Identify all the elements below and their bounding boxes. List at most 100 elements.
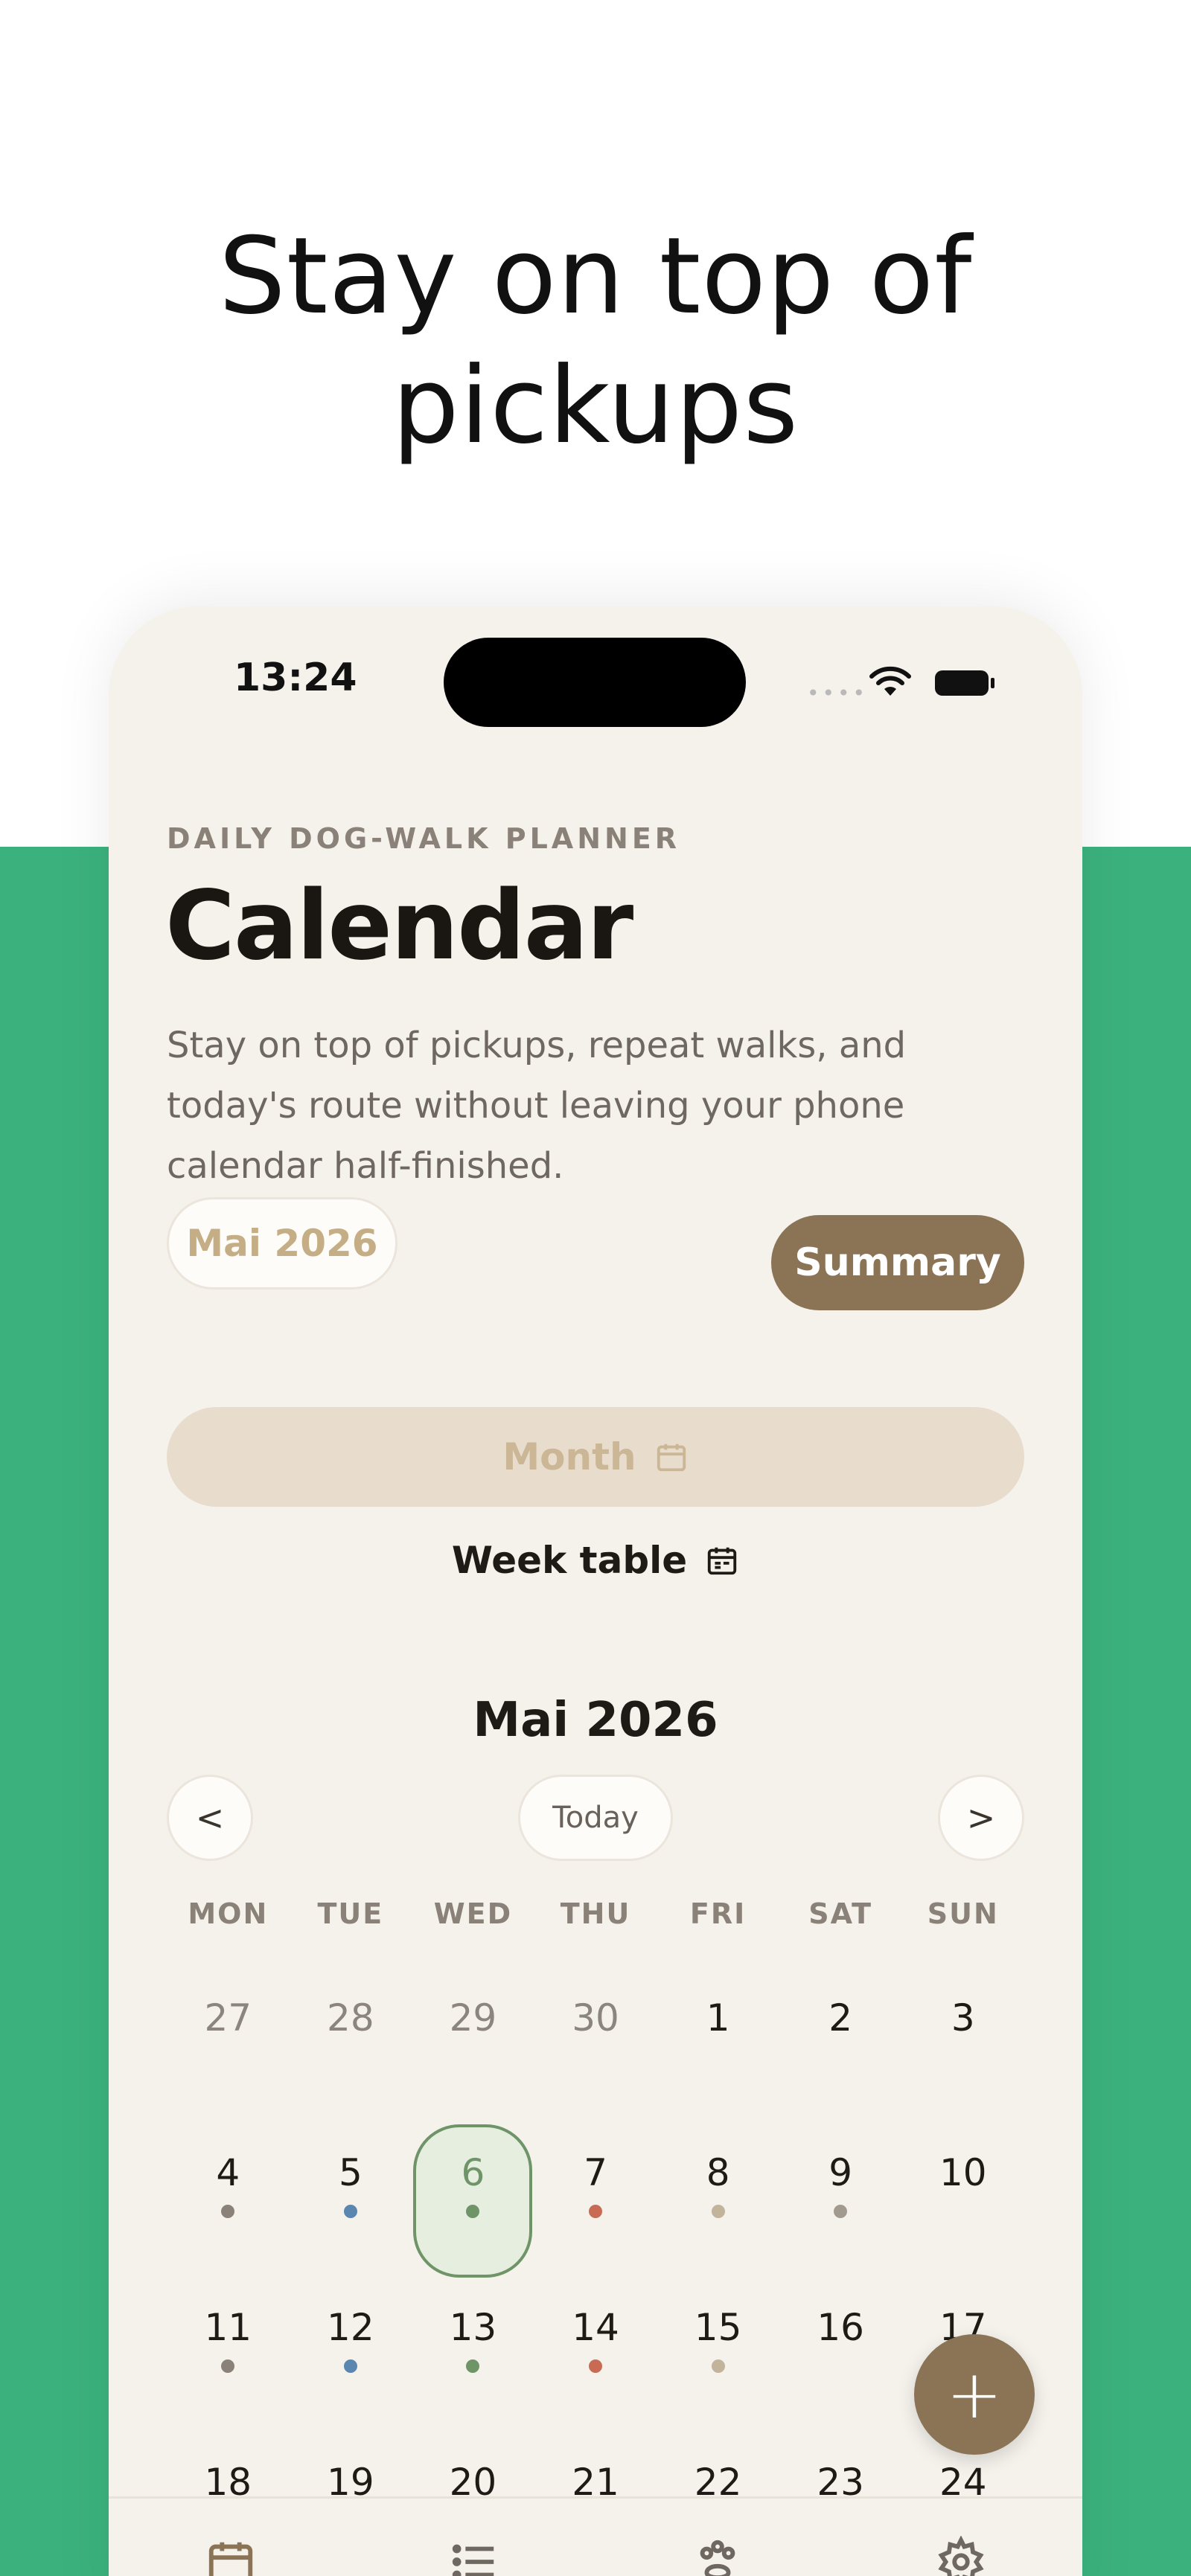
day-number: 27 [204,1996,252,2040]
dynamic-island [444,638,746,727]
tab-calendar[interactable] [109,2499,352,2576]
day-number: 30 [572,1996,619,2040]
wifi-icon [869,666,911,696]
weekday-label: FRI [689,1897,747,1930]
day-number: 13 [449,2306,497,2349]
weekday-label: MON [188,1897,269,1930]
weekday-label: TUE [317,1897,384,1930]
calendar-day-5[interactable]: 5 [290,2130,412,2285]
view-tab-week-label: Week table [451,1539,688,1582]
today-button-label: Today [552,1801,639,1835]
phone-frame: 13:24 •••• DAILY DOG-WALK PLANNER Calend… [109,606,1082,2576]
weekday-label: SAT [808,1897,873,1930]
day-number: 16 [817,2306,864,2349]
view-tab-month[interactable]: Month [167,1407,1024,1507]
day-number: 10 [939,2151,987,2194]
tab-settings[interactable] [839,2499,1082,2576]
next-month-label: > [966,1798,996,1838]
day-number: 1 [706,1996,730,2040]
day-number: 9 [828,2151,853,2194]
calendar-icon [657,1444,686,1472]
event-dot [589,2359,603,2373]
calendar-day-9[interactable]: 9 [779,2130,902,2285]
event-dot [834,2205,848,2218]
event-dot [343,2359,357,2373]
prev-month-button[interactable]: < [167,1775,253,1861]
prev-month-label: < [195,1798,225,1838]
weekday-header: MON TUE WED THU FRI SAT SUN [167,1897,1024,1930]
calendar-table-icon [708,1547,737,1575]
calendar-day-1[interactable]: 1 [657,1976,779,2130]
bottom-tab-bar [109,2496,1082,2576]
headline-text: Stay on top of pickups [218,215,973,467]
marketing-headline: Stay on top of pickups [0,212,1191,471]
page-title: Calendar [165,871,633,981]
calendar-day-16[interactable]: 16 [779,2285,902,2440]
event-dot [221,2359,235,2373]
battery-icon [935,670,994,696]
calendar-day-2[interactable]: 2 [779,1976,902,2130]
view-tab-week-table[interactable]: Week table [109,1531,1082,1590]
month-pill-label: Mai 2026 [186,1222,378,1265]
day-number: 15 [694,2306,742,2349]
day-number: 14 [572,2306,619,2349]
calendar-day-13[interactable]: 13 [412,2285,534,2440]
event-dot [466,2359,480,2373]
tab-list[interactable] [352,2499,596,2576]
calendar-day-30[interactable]: 30 [534,1976,657,2130]
event-dot [711,2205,725,2218]
status-time: 13:24 [234,656,357,700]
day-number: 3 [951,1996,975,2040]
paw-icon [700,2540,735,2576]
calendar-day-27[interactable]: 27 [167,1976,290,2130]
calendar-day-15[interactable]: 15 [657,2285,779,2440]
settings-icon [937,2536,984,2576]
calendar-day-11[interactable]: 11 [167,2285,290,2440]
calendar-week-row: 11 12 13 14 15 16 17 [167,2285,1024,2440]
calendar-day-8[interactable]: 8 [657,2130,779,2285]
today-button[interactable]: Today [518,1775,673,1861]
calendar-day-6[interactable]: 6 [412,2124,534,2285]
add-icon: + [946,2355,1003,2434]
event-dot [711,2359,725,2373]
calendar-day-29[interactable]: 29 [412,1976,534,2130]
day-number: 5 [338,2151,363,2194]
summary-button[interactable]: Summary [771,1215,1024,1310]
tab-dogs[interactable] [596,2499,839,2576]
event-dot [221,2205,235,2218]
month-selector-pill[interactable]: Mai 2026 [167,1197,397,1289]
page-subtitle: Stay on top of pickups, repeat walks, an… [167,1025,907,1187]
weekday-label: SUN [927,1897,999,1930]
calendar-icon [208,2542,252,2576]
view-tab-month-label: Month [502,1435,636,1478]
calendar-day-10[interactable]: 10 [901,2130,1024,2285]
calendar-grid: 27 28 29 30 1 2 3 4 5 6 7 8 9 10 11 12 13 14 15 16 17 18 19 20 2… [167,1976,1024,2576]
signal-icon: •••• [807,681,869,705]
calendar-week-row: 4 5 6 7 8 9 10 [167,2124,1024,2285]
calendar-month-title: Mai 2026 [473,1693,718,1748]
day-number: 29 [449,1996,497,2040]
calendar-day-28[interactable]: 28 [290,1976,412,2130]
weekday-label: THU [560,1897,631,1930]
add-walk-button[interactable]: + [914,2334,1035,2455]
day-number: 12 [327,2306,374,2349]
event-dot [343,2205,357,2218]
day-number: 2 [828,1996,853,2040]
calendar-day-3[interactable]: 3 [901,1976,1024,2130]
app-eyebrow: DAILY DOG-WALK PLANNER [167,822,681,855]
calendar-day-14[interactable]: 14 [534,2285,657,2440]
day-number: 28 [327,1996,374,2040]
day-number: 11 [204,2306,252,2349]
calendar-day-4[interactable]: 4 [167,2130,290,2285]
summary-button-label: Summary [794,1240,1001,1285]
day-number: 7 [584,2151,607,2194]
calendar-day-7[interactable]: 7 [534,2130,657,2285]
day-number: 8 [706,2151,730,2194]
list-icon [452,2544,494,2576]
weekday-label: WED [433,1897,513,1930]
calendar-day-12[interactable]: 12 [290,2285,412,2440]
day-number: 4 [216,2151,240,2194]
next-month-button[interactable]: > [938,1775,1024,1861]
day-number: 6 [461,2151,485,2194]
event-dot [589,2205,603,2218]
